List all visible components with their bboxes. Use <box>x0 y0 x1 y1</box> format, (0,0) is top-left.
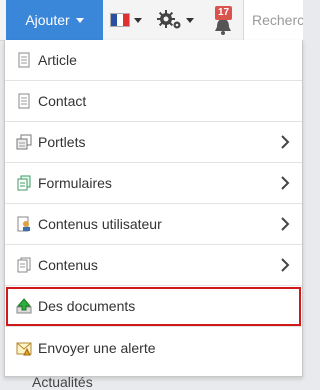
alert-mail-icon <box>16 340 32 356</box>
top-toolbar: Ajouter 17 Recherche <box>0 0 303 41</box>
menu-item-contenus[interactable]: Contenus <box>5 245 302 286</box>
menu-item-formulaires[interactable]: Formulaires <box>5 163 302 204</box>
notification-count-badge: 17 <box>215 6 233 20</box>
chevron-down-icon <box>134 17 142 23</box>
language-selector[interactable] <box>110 12 142 28</box>
add-dropdown-menu: Article Contact Portlets Formulaires Con… <box>4 40 303 377</box>
document-icon <box>16 93 32 109</box>
menu-item-label: Des documents <box>38 298 136 314</box>
menu-item-label: Formulaires <box>38 175 112 191</box>
menu-item-label: Contenus <box>38 257 98 273</box>
user-content-icon <box>16 216 32 232</box>
bell-icon <box>215 19 231 35</box>
chevron-right-icon <box>281 135 290 149</box>
menu-item-portlets[interactable]: Portlets <box>5 122 302 163</box>
menu-item-contact[interactable]: Contact <box>5 81 302 122</box>
notifications-button[interactable]: 17 <box>207 6 237 36</box>
document-icon <box>16 52 32 68</box>
settings-button[interactable] <box>157 8 194 32</box>
contents-icon <box>16 257 32 273</box>
chevron-down-icon <box>186 17 194 23</box>
forms-icon <box>16 175 32 191</box>
menu-item-label: Contenus utilisateur <box>38 216 162 232</box>
menu-item-label: Article <box>38 52 77 68</box>
chevron-right-icon <box>281 217 290 231</box>
menu-item-label: Contact <box>38 93 87 109</box>
chevron-down-icon <box>75 17 84 23</box>
french-flag-icon <box>110 13 130 27</box>
menu-item-label: Portlets <box>38 134 86 150</box>
search-input[interactable]: Recherche <box>243 0 303 40</box>
gear-icon <box>157 10 181 29</box>
add-button-label: Ajouter <box>25 12 70 28</box>
add-button[interactable]: Ajouter <box>6 0 103 40</box>
menu-item-article[interactable]: Article <box>5 40 302 81</box>
menu-item-label: Envoyer une alerte <box>38 339 156 356</box>
chevron-right-icon <box>281 176 290 190</box>
menu-item-des-documents[interactable]: Des documents <box>5 286 302 327</box>
chevron-right-icon <box>281 258 290 272</box>
portlet-icon <box>16 134 32 150</box>
upload-icon <box>16 298 32 314</box>
menu-item-envoyer-alerte[interactable]: Envoyer une alerte <box>5 327 302 368</box>
menu-item-contenus-utilisateur[interactable]: Contenus utilisateur <box>5 204 302 245</box>
